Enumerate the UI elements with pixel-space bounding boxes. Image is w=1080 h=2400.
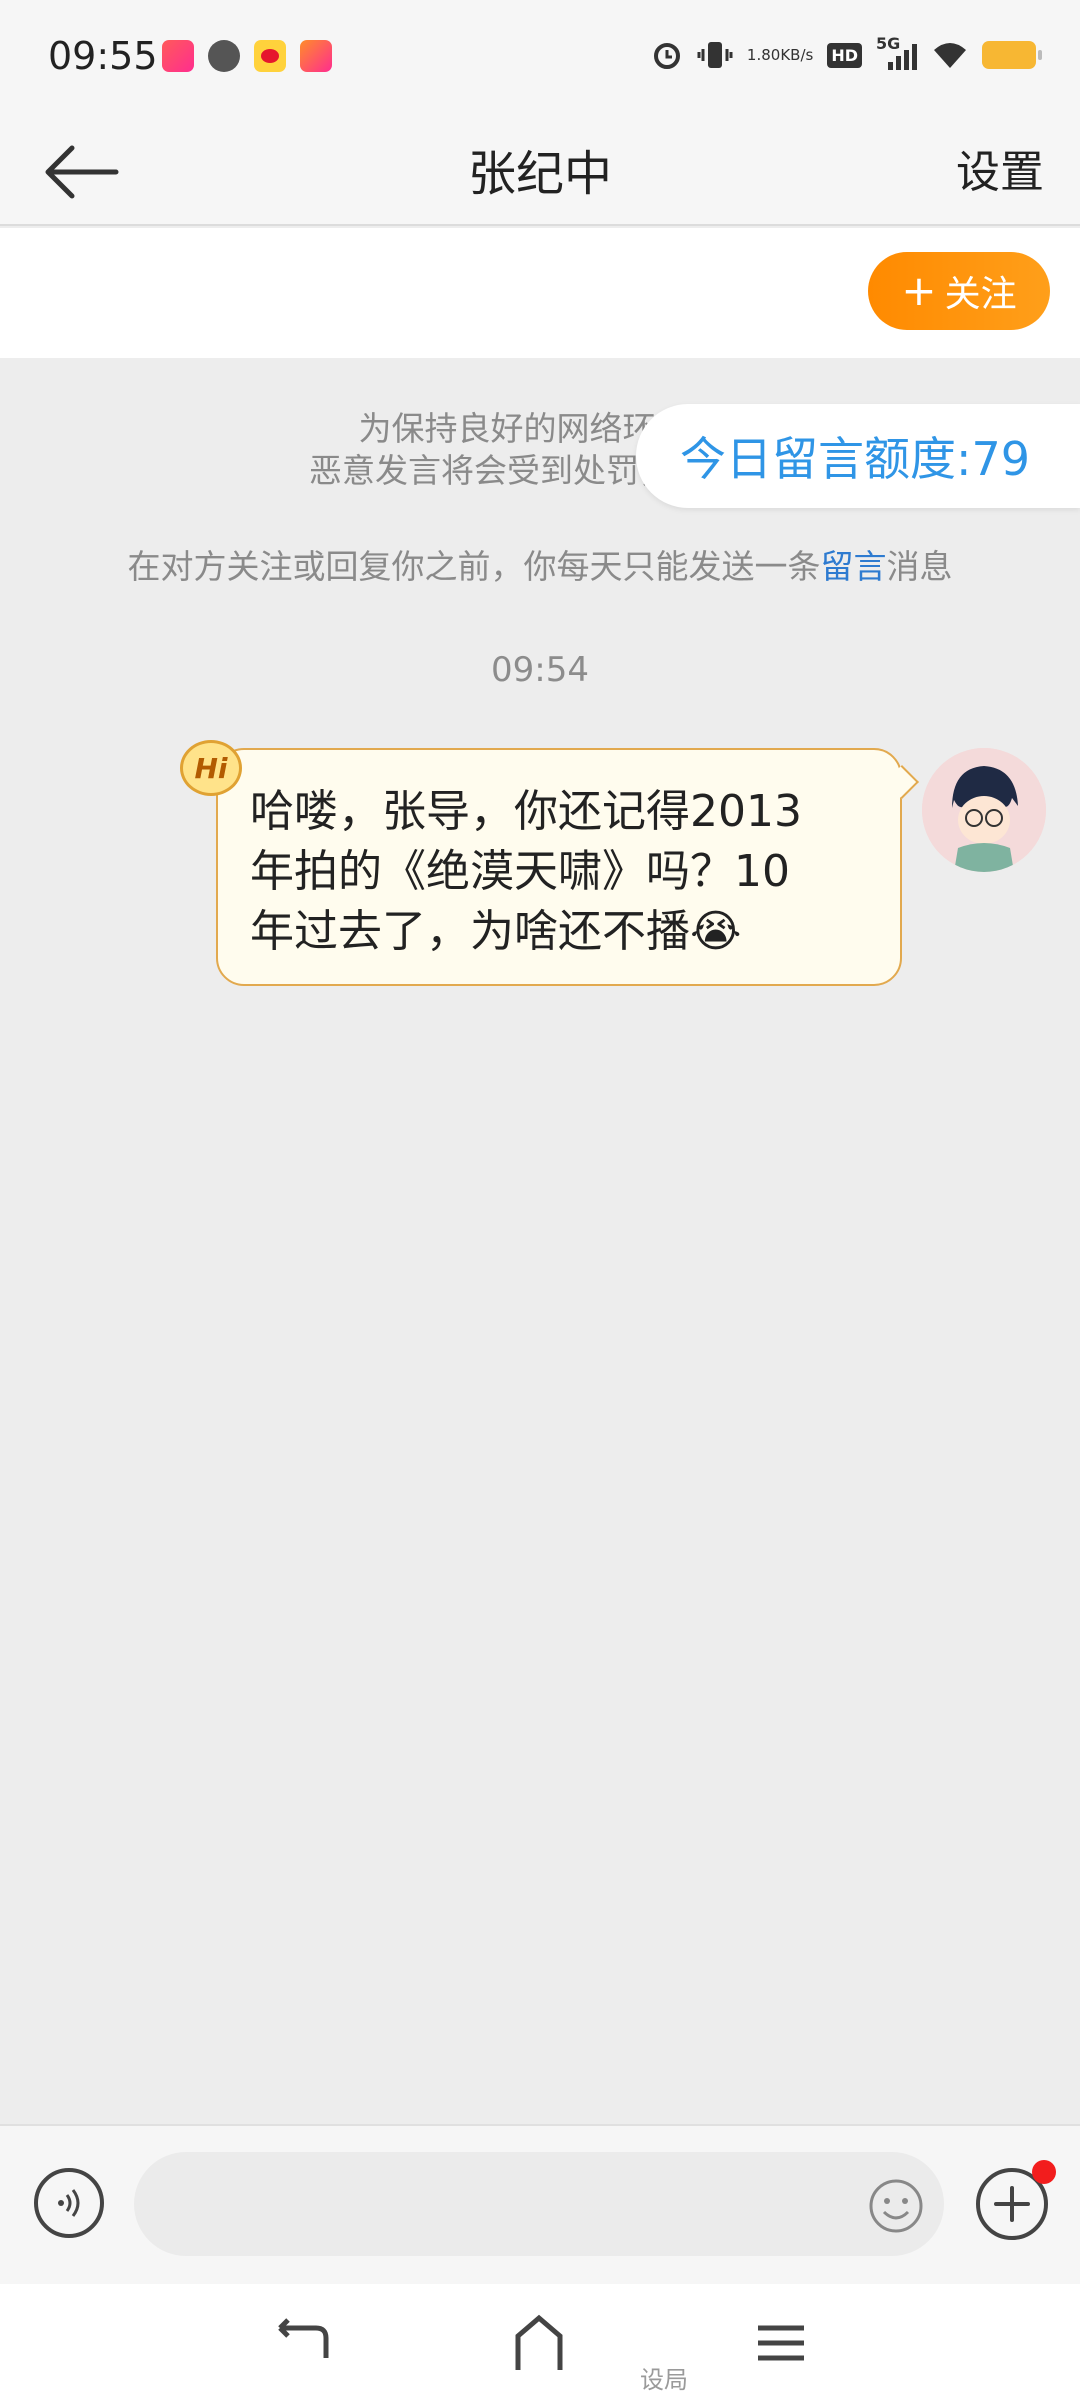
avatar[interactable] [922,748,1046,872]
status-time: 09:55 [48,34,158,78]
message-line-3: 年过去了，为啥还不播😭 [250,906,742,957]
page-title: 张纪中 [467,146,612,202]
chat-bubble-icon [208,40,240,72]
voice-input-button[interactable] [34,2168,104,2238]
system-menu-icon[interactable] [746,2308,816,2378]
hd-icon: HD [827,38,862,72]
message-line-1: 哈喽，张导，你还记得2013 [250,786,802,837]
signal-5g-icon: 5G [876,34,918,72]
voice-icon [58,2189,80,2217]
crying-emoji-icon: 😭 [690,906,742,957]
weibo-icon [254,40,286,72]
system-hint-text: 设局 [640,2366,688,2394]
hi-badge-icon: Hi [180,740,242,796]
alarm-icon [651,38,683,72]
emoji-icon[interactable] [866,2176,926,2236]
video-app-icon [300,40,332,72]
follow-label: 关注 [944,274,1017,315]
input-bar [0,2124,1080,2284]
nav-bar: 张纪中 设置 [0,118,1080,226]
net-speed: 1.80 KB/s [746,45,814,64]
message-bubble[interactable]: 哈喽，张导，你还记得2013 年拍的《绝漠天啸》吗？10 年过去了，为啥还不播😭 [216,748,919,986]
video-app-icon [162,40,194,72]
notification-icons [162,40,332,72]
battery-icon [982,41,1042,69]
message-link[interactable]: 留言 [821,547,887,586]
message-timestamp: 09:54 [491,650,589,690]
status-bar: 09:55 1.80 KB/s HD 5G [0,0,1080,118]
follow-strip: + 关注 [0,228,1080,358]
system-nav-bar: 设局 [0,2284,1080,2400]
wifi-icon [932,38,968,72]
plus-icon [994,2186,1030,2222]
settings-button[interactable]: 设置 [956,136,1044,200]
message-line-2: 年拍的《绝漠天啸》吗？10 [250,846,790,897]
message-input[interactable] [134,2152,944,2256]
message-quota-badge: 今日留言额度:79 [636,404,1080,508]
plus-icon: + [901,266,937,315]
notification-dot [1032,2160,1056,2184]
follow-button[interactable]: + 关注 [868,252,1050,330]
system-home-icon[interactable] [504,2308,574,2378]
notice-line-3: 在对方关注或回复你之前，你每天只能发送一条留言消息 [127,547,953,586]
system-back-icon[interactable] [266,2308,336,2378]
status-icons: 1.80 KB/s HD 5G [651,34,1042,72]
bubble-tail [885,765,919,799]
vibrate-icon [697,38,733,72]
